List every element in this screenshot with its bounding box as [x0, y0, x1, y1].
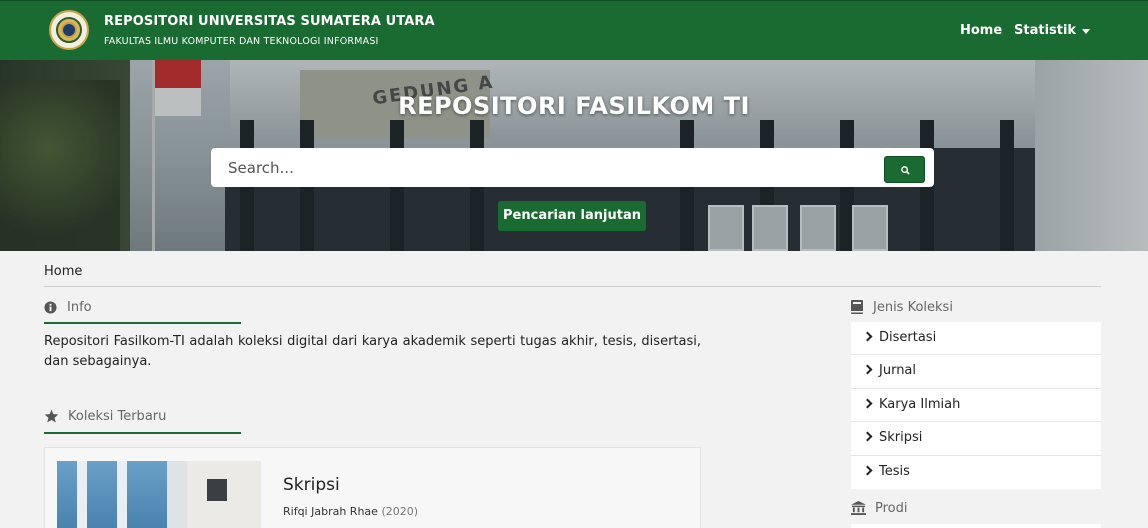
sidebar-item-tesis[interactable]: Tesis	[851, 456, 1101, 489]
sidebar-item-skripsi[interactable]: Skripsi	[851, 422, 1101, 456]
prodi-heading: Prodi	[875, 501, 908, 516]
collection-type[interactable]: Skripsi	[283, 475, 340, 495]
collection-meta: Rifqi Jabrah Rhae (2020)	[283, 505, 418, 518]
thumbnail-pillar	[117, 461, 127, 528]
hero-banner: GEDUNG A REPOSITORI FASILKOM TI Pencaria…	[0, 60, 1148, 251]
star-icon	[44, 409, 59, 423]
collection-year: (2020)	[381, 505, 419, 518]
logo-core	[61, 22, 77, 38]
usu-logo[interactable]	[49, 10, 89, 50]
brand-subtitle: FAKULTAS ILMU KOMPUTER DAN TEKNOLOGI INF…	[104, 36, 379, 47]
chevron-right-icon	[862, 431, 873, 442]
sidebar-item-label: Jurnal	[879, 363, 917, 379]
sidebar-item-label: Disertasi	[879, 330, 937, 345]
collection-type-heading: Jenis Koleksi	[873, 300, 953, 315]
chevron-right-icon	[862, 398, 873, 409]
brand-title[interactable]: REPOSITORI UNIVERSITAS SUMATERA UTARA	[104, 14, 435, 29]
search-icon	[901, 166, 910, 175]
info-heading: Info	[67, 300, 92, 315]
sidebar-item-jurnal[interactable]: Jurnal	[851, 355, 1101, 389]
breadcrumb-home[interactable]: Home	[44, 264, 82, 279]
search-input[interactable]	[211, 148, 881, 187]
advanced-search-button[interactable]: Pencarian lanjutan	[498, 201, 646, 231]
sidebar-item-disertasi[interactable]: Disertasi	[851, 322, 1101, 356]
sidebar-item-karya-ilmiah[interactable]: Karya Ilmiah	[851, 389, 1101, 423]
sidebar-item-label: Tesis	[879, 463, 910, 479]
university-icon	[851, 501, 866, 515]
latest-heading-underline	[44, 432, 241, 434]
collection-author[interactable]: Rifqi Jabrah Rhae	[283, 505, 378, 518]
search-bar	[211, 148, 934, 187]
collection-card[interactable]: Skripsi Rifqi Jabrah Rhae (2020)	[44, 447, 701, 528]
thumbnail-pillar	[77, 461, 87, 528]
info-circle-icon	[44, 301, 57, 314]
sidebar-item-label: Karya Ilmiah	[879, 396, 961, 412]
prodi-list	[851, 524, 1101, 528]
collection-type-list: Disertasi Jurnal Karya Ilmiah Skripsi Te…	[851, 322, 1101, 489]
info-text: Repositori Fasilkom-TI adalah koleksi di…	[44, 334, 701, 369]
top-navbar: REPOSITORI UNIVERSITAS SUMATERA UTARA FA…	[0, 0, 1148, 60]
book-icon	[851, 300, 863, 314]
sidebar-item-label: Skripsi	[879, 430, 923, 446]
chevron-right-icon	[862, 364, 873, 375]
thumbnail-building	[57, 461, 167, 528]
breadcrumb-divider	[44, 286, 1101, 287]
chevron-down-icon[interactable]	[1082, 29, 1090, 34]
chevron-right-icon	[862, 331, 873, 342]
chevron-right-icon	[862, 465, 873, 476]
nav-link-statistik[interactable]: Statistik	[1014, 23, 1076, 38]
latest-heading: Koleksi Terbaru	[68, 409, 167, 424]
info-heading-underline	[44, 322, 241, 324]
thumbnail-window	[207, 479, 227, 501]
nav-link-home[interactable]: Home	[960, 23, 1002, 38]
search-button[interactable]	[884, 156, 925, 183]
hero-title: REPOSITORI FASILKOM TI	[398, 92, 750, 120]
collection-thumbnail[interactable]	[57, 461, 261, 528]
